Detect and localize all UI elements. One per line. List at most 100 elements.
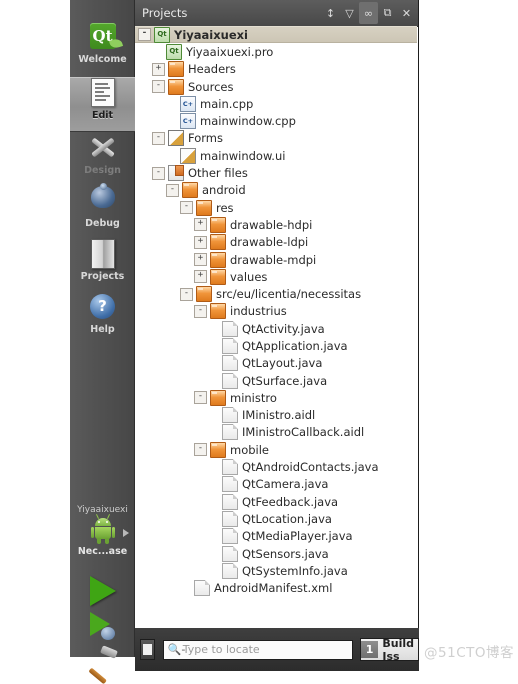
expand-toggle-icon[interactable]: + (194, 253, 207, 266)
file-icon (222, 459, 238, 476)
help-question-icon: ? (70, 292, 135, 326)
cpp-icon: C+ (180, 95, 196, 112)
link-sync-icon[interactable]: ∞ (359, 2, 378, 24)
tree-row-label: industrius (230, 304, 287, 319)
tree-row-label: QtApplication.java (242, 338, 348, 353)
tree-row[interactable]: - Sources (135, 78, 417, 95)
folder-icon (196, 199, 212, 216)
expand-toggle-icon[interactable]: + (152, 62, 165, 76)
mode-help[interactable]: ? Help (70, 292, 135, 345)
tree-row-label: mainwindow.ui (200, 148, 286, 163)
tree-row-label: drawable-ldpi (230, 235, 309, 250)
file-icon (222, 528, 238, 545)
debug-bug-icon (70, 183, 135, 220)
tree-row[interactable]: - res (135, 199, 417, 216)
tree-row[interactable]: - Other files (135, 164, 417, 182)
tree-row[interactable]: + drawable-hdpi (135, 216, 417, 233)
tree-row[interactable]: QtSensors.java (135, 545, 417, 562)
close-x-icon[interactable]: ✕ (397, 2, 416, 24)
run-button[interactable] (70, 576, 135, 610)
tree-row[interactable]: QtFeedback.java (135, 493, 417, 510)
tree-row[interactable]: - Qt Yiyaaixuexi (135, 26, 417, 44)
tree-row-label: IMinistro.aidl (242, 408, 316, 423)
mode-projects[interactable]: Projects (70, 239, 135, 292)
tree-row[interactable]: QtApplication.java (135, 337, 417, 354)
tree-row[interactable]: + values (135, 268, 417, 285)
tree-row[interactable]: QtActivity.java (135, 320, 417, 337)
file-icon (222, 493, 238, 510)
tree-row-label: mainwindow.cpp (200, 114, 296, 129)
output-pane-toggle-icon[interactable] (140, 639, 155, 660)
mode-welcome-label: Welcome (78, 54, 127, 65)
build-issues-button[interactable]: 1 Build Iss (359, 637, 419, 663)
tree-row[interactable]: IMinistroCallback.aidl (135, 424, 417, 441)
collapse-toggle-icon[interactable]: - (152, 131, 165, 145)
tree-row[interactable]: C+ main.cpp (135, 95, 417, 112)
tree-row[interactable]: QtSurface.java (135, 372, 417, 389)
tree-row-label: Yiyaaixuexi.pro (186, 44, 274, 59)
collapse-toggle-icon[interactable]: - (180, 287, 193, 301)
tree-row[interactable]: + Headers (135, 61, 417, 78)
qt-logo-icon: Qt (70, 22, 135, 56)
collapse-toggle-icon[interactable]: - (138, 28, 151, 42)
build-button[interactable] (70, 645, 135, 684)
android-robot-icon (90, 514, 115, 544)
collapse-toggle-icon[interactable]: - (152, 166, 165, 180)
tree-row[interactable]: QtAndroidContacts.java (135, 458, 417, 476)
tree-row[interactable]: C+ mainwindow.cpp (135, 112, 417, 130)
tree-row-label: values (230, 269, 268, 284)
kit-selector[interactable]: Yiyaaixuexi Nec...ase (70, 505, 135, 557)
tree-row[interactable]: QtLayout.java (135, 355, 417, 372)
tree-row[interactable]: - Forms (135, 130, 417, 147)
other-icon (168, 165, 184, 182)
tree-row[interactable]: AndroidManifest.xml (135, 580, 417, 597)
forms-icon (168, 130, 184, 147)
tree-row[interactable]: + drawable-ldpi (135, 234, 417, 251)
debug-button[interactable] (70, 612, 135, 640)
locator-input[interactable]: 🔍‑ Type to locate (162, 639, 353, 660)
mode-welcome[interactable]: Qt Welcome (70, 22, 135, 75)
collapse-toggle-icon[interactable]: - (166, 183, 179, 197)
tree-row[interactable]: - mobile (135, 441, 417, 458)
tree-row[interactable]: QtSystemInfo.java (135, 562, 417, 579)
folder-icon (210, 303, 226, 320)
filter-funnel-icon[interactable]: ▽ (340, 2, 359, 24)
kit-target-label: Nec...ase (77, 546, 128, 557)
collapse-toggle-icon[interactable]: - (194, 391, 207, 405)
expand-toggle-icon[interactable]: + (194, 270, 207, 284)
expand-toggle-icon[interactable]: + (194, 235, 207, 249)
tree-row[interactable]: QtLocation.java (135, 510, 417, 527)
collapse-toggle-icon[interactable]: - (194, 304, 207, 318)
tree-row[interactable]: Qt Yiyaaixuexi.pro (135, 43, 417, 60)
pro-icon: Qt (166, 43, 182, 60)
mode-edit[interactable]: Edit (70, 77, 135, 132)
tree-row[interactable]: QtCamera.java (135, 476, 417, 493)
tree-row[interactable]: - ministro (135, 389, 417, 406)
tree-row[interactable]: + drawable-mdpi (135, 251, 417, 268)
project-tree[interactable]: - Qt Yiyaaixuexi Qt Yiyaaixuexi.pro + Headers -… (135, 26, 417, 628)
expand-toggle-icon[interactable]: + (194, 218, 207, 232)
tree-row[interactable]: QtMediaPlayer.java (135, 528, 417, 545)
collapse-toggle-icon[interactable]: - (152, 80, 165, 94)
mode-design[interactable]: Design (70, 133, 135, 186)
mode-selector-bar: Qt Welcome Edit Design Debug Projects ? … (70, 0, 135, 684)
tree-row-label: main.cpp (200, 96, 254, 111)
tree-row[interactable]: IMinistro.aidl (135, 407, 417, 424)
tree-row-label: drawable-hdpi (230, 217, 313, 232)
pro-icon: Qt (154, 26, 170, 43)
cpp-icon: C+ (180, 113, 196, 130)
mode-debug[interactable]: Debug (70, 183, 135, 239)
tree-row[interactable]: mainwindow.ui (135, 147, 417, 164)
collapse-toggle-icon[interactable]: - (180, 201, 193, 215)
chevron-updown-icon[interactable]: ↕ (321, 2, 340, 24)
folder-icon (210, 389, 226, 406)
bottom-status-bar: 🔍‑ Type to locate 1 Build Iss (135, 628, 419, 671)
split-pane-icon[interactable]: ⧉ (378, 2, 397, 24)
file-icon (222, 372, 238, 389)
tree-row[interactable]: - src/eu/licentia/necessitas (135, 285, 417, 303)
tree-row[interactable]: - android (135, 182, 417, 199)
tree-row[interactable]: - industrius (135, 303, 417, 320)
collapse-toggle-icon[interactable]: - (194, 443, 207, 457)
folder-icon (210, 251, 226, 268)
tree-row-label: android (202, 183, 246, 198)
